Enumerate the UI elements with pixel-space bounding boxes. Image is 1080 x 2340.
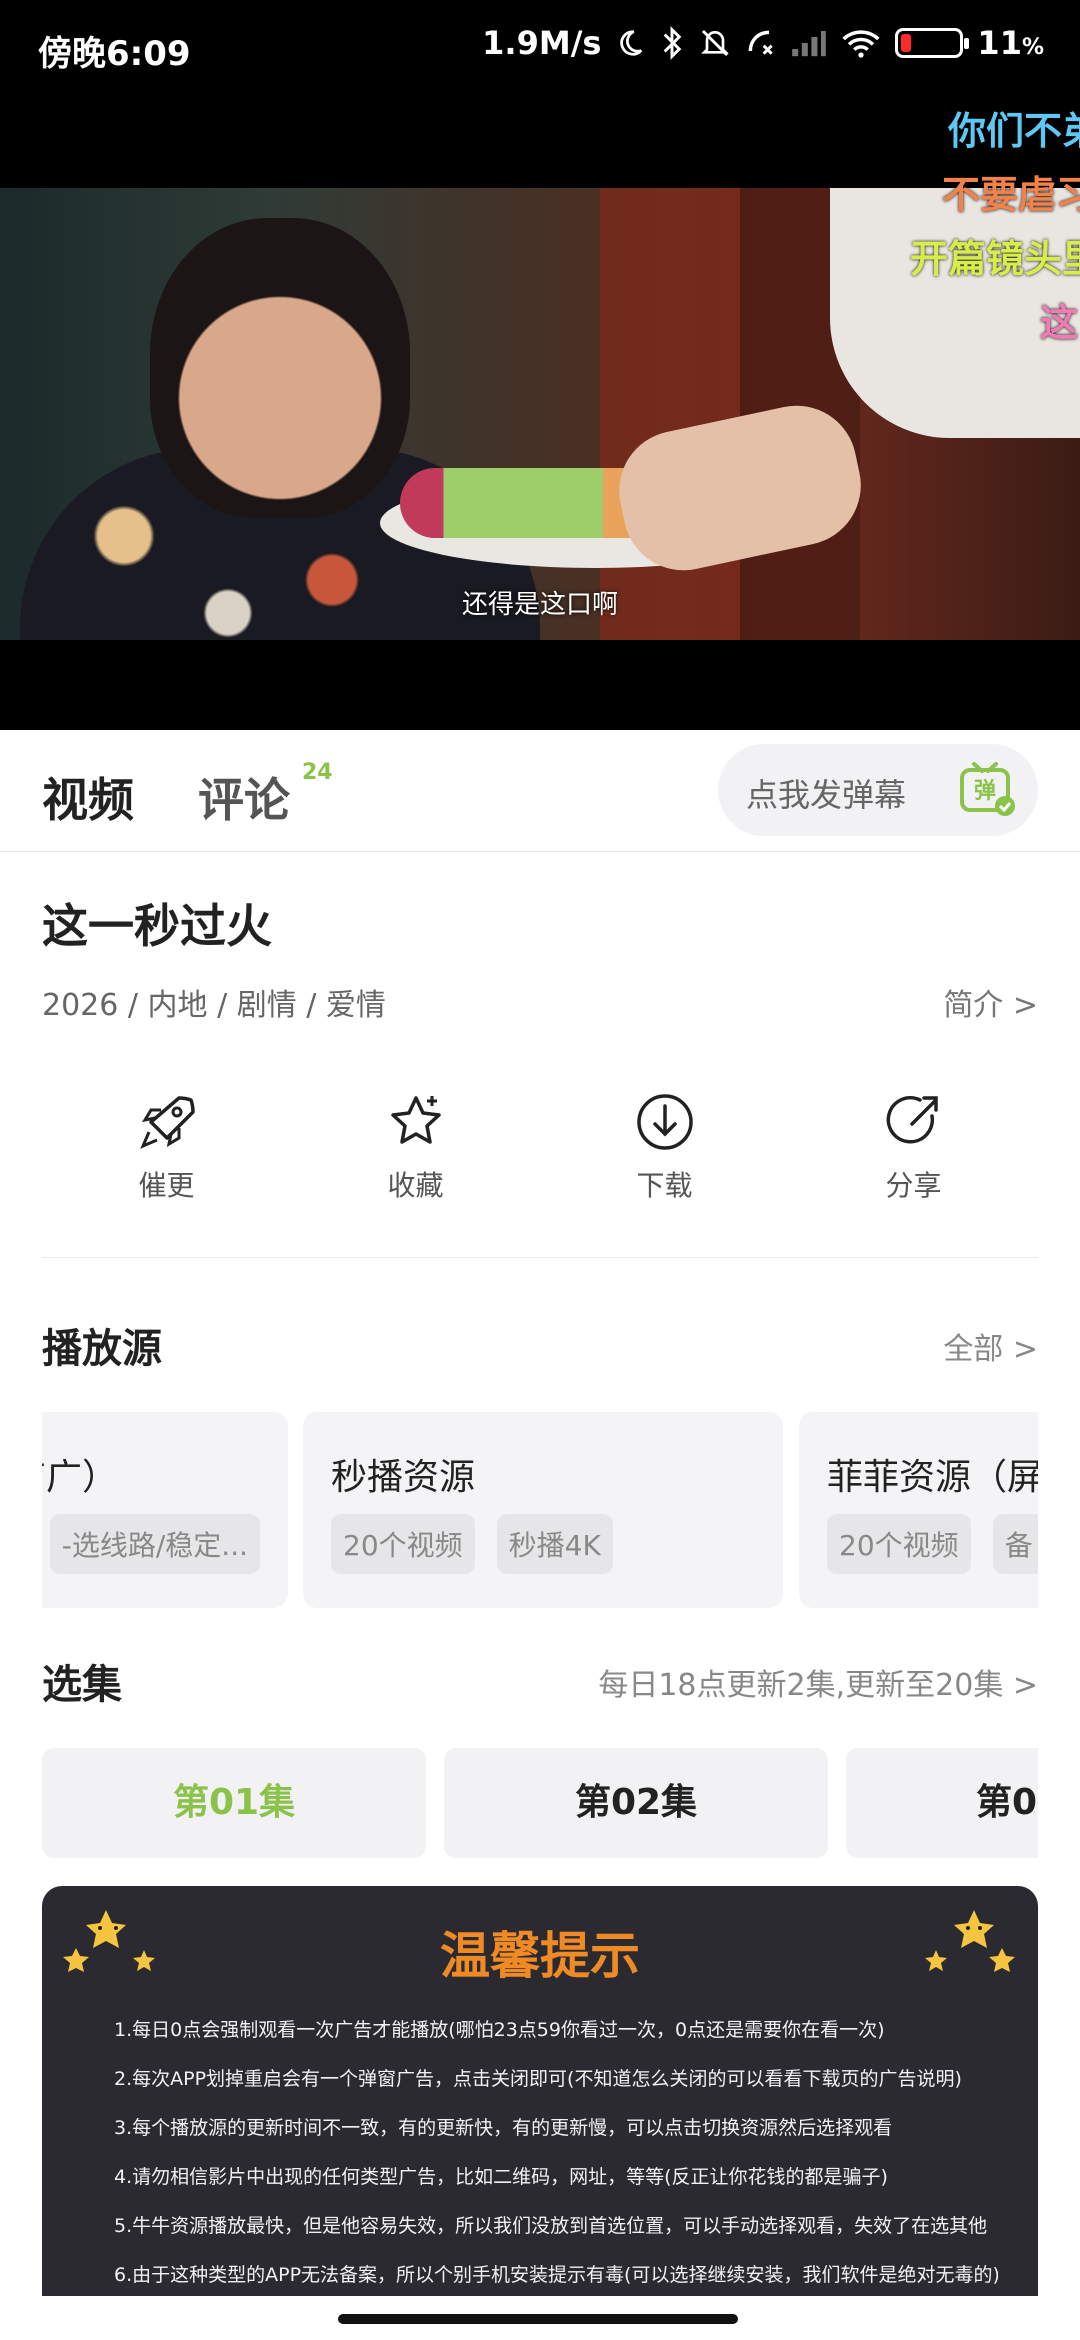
- danmaku-comment: 这: [1039, 301, 1078, 345]
- danmaku-comment: 不要虐习: [941, 173, 1080, 217]
- action-bar: 催更 收藏 下载 分享: [42, 1090, 1038, 1258]
- urge-update-label: 催更: [138, 1169, 195, 1202]
- send-danmaku-button[interactable]: 点我发弹幕 弹: [718, 744, 1038, 836]
- share-label: 分享: [885, 1169, 942, 1202]
- notice-panel: 温馨提示 1.每日0点会强制观看一次广告才能播放(哪怕23点59你看过一次，0点…: [42, 1886, 1038, 2296]
- favorite-label: 收藏: [387, 1169, 444, 1202]
- source-card[interactable]: 菲菲资源（屏 20个视频 备: [799, 1412, 1038, 1608]
- danmaku-comment: 你们不弟: [947, 109, 1080, 153]
- notice-line: 5.牛牛资源播放最快，但是他容易失效，所以我们没放到首选位置，可以手动选择观看，…: [114, 2215, 988, 2237]
- urge-update-button[interactable]: 催更: [42, 1090, 291, 1257]
- source-tag: 20个视频: [827, 1514, 971, 1574]
- download-icon: [636, 1094, 693, 1150]
- send-danmaku-label: 点我发弹幕: [746, 776, 907, 814]
- status-icons: 1.9M/s 11%: [482, 24, 1044, 62]
- svg-text:弹: 弹: [974, 779, 996, 804]
- rocket-icon: [139, 1096, 195, 1149]
- net-speed: 1.9M/s: [482, 24, 602, 62]
- danmaku-icon: 弹: [960, 762, 1015, 816]
- source-card[interactable]: 秒播资源 20个视频 秒播4K: [303, 1412, 783, 1608]
- sources-title: 播放源: [42, 1326, 162, 1372]
- source-tags: 20个视频 备: [827, 1514, 1038, 1574]
- source-card[interactable]: 有广） -选线路/稳定...: [42, 1412, 288, 1608]
- download-button[interactable]: 下载: [540, 1090, 789, 1257]
- wifi-icon: [842, 30, 880, 58]
- episode-button[interactable]: 第02集: [444, 1748, 828, 1858]
- signal-icon: [792, 31, 827, 57]
- moon-icon: [620, 30, 643, 56]
- source-tag: 20个视频: [331, 1514, 475, 1574]
- episode-button[interactable]: 第01集: [42, 1748, 426, 1858]
- notice-line: 2.每次APP划掉重启会有一个弹窗广告，点击关闭即可(不知道怎么关闭的可以看看下…: [114, 2068, 962, 2090]
- intro-link[interactable]: 简介 >: [943, 980, 1038, 1024]
- video-subtitle: 还得是这口啊: [461, 590, 618, 620]
- episode-list[interactable]: 第01集 第02集 第0: [42, 1748, 1038, 1858]
- source-name: 秒播资源: [331, 1457, 476, 1498]
- comment-count-badge: 24: [302, 760, 333, 785]
- notice-lines: 1.每日0点会强制观看一次广告才能播放(哪怕23点59你看过一次，0点还是需要你…: [114, 2006, 998, 2296]
- source-name: 菲菲资源（屏: [827, 1457, 1038, 1498]
- status-time: 傍晚6:09: [38, 34, 191, 74]
- detail-tabs: 视频 评论 24 点我发弹幕 弹: [0, 730, 1080, 852]
- source-tags: 20个视频 秒播4K: [331, 1514, 613, 1574]
- notice-line: 3.每个播放源的更新时间不一致，有的更新快，有的更新慢，可以点击切换资源然后选择…: [114, 2117, 893, 2139]
- bluetooth-icon: [664, 26, 682, 60]
- mute-icon: [701, 29, 730, 57]
- source-tag: 秒播4K: [496, 1514, 613, 1574]
- notice-line: 4.请勿相信影片中出现的任何类型广告，比如二维码，网址，等等(反正让你花钱的都是…: [114, 2166, 888, 2188]
- show-meta: 2026 / 内地 / 剧情 / 爱情: [42, 988, 386, 1023]
- share-icon: [886, 1096, 938, 1144]
- star-icon: [390, 1096, 441, 1144]
- notice-line: 6.由于这种类型的APP无法备案，所以个别手机安装提示有毒(可以选择继续安装，我…: [114, 2264, 998, 2286]
- tab-video[interactable]: 视频: [42, 764, 134, 830]
- show-title: 这一秒过火: [42, 899, 272, 953]
- home-indicator[interactable]: [338, 2314, 738, 2324]
- video-player[interactable]: 你们不弟 不要虐习 开篇镜头里 这 还得是这口啊: [0, 96, 1080, 730]
- battery-percent: 11%: [977, 24, 1044, 62]
- notice-title: 温馨提示: [440, 1927, 640, 1985]
- download-label: 下载: [636, 1169, 693, 1202]
- favorite-button[interactable]: 收藏: [291, 1090, 540, 1257]
- battery-icon: [895, 28, 970, 58]
- source-tag: 备: [992, 1514, 1038, 1574]
- source-name: 有广）: [42, 1457, 118, 1498]
- episodes-update-info[interactable]: 每日18点更新2集,更新至20集 >: [598, 1660, 1038, 1704]
- episodes-header: 选集 每日18点更新2集,更新至20集 >: [42, 1652, 1038, 1710]
- source-tag: -选线路/稳定...: [49, 1514, 260, 1574]
- tab-comments[interactable]: 评论: [198, 764, 290, 830]
- episode-button[interactable]: 第0: [846, 1748, 1038, 1858]
- sources-header: 播放源 全部 >: [42, 1316, 1038, 1374]
- sources-all-link[interactable]: 全部 >: [943, 1324, 1038, 1368]
- call-icon: [749, 30, 774, 55]
- source-list[interactable]: 有广） -选线路/稳定... 秒播资源 20个视频 秒播4K 菲菲资源（屏 20…: [42, 1412, 1038, 1608]
- notice-line: 1.每日0点会强制观看一次广告才能播放(哪怕23点59你看过一次，0点还是需要你…: [114, 2019, 885, 2041]
- danmaku-comment: 开篇镜头里: [909, 237, 1080, 281]
- share-button[interactable]: 分享: [789, 1090, 1038, 1257]
- episodes-title: 选集: [42, 1662, 122, 1708]
- status-bar: 傍晚6:09 1.9M/s 11%: [0, 0, 1080, 96]
- source-tags: -选线路/稳定...: [49, 1514, 260, 1574]
